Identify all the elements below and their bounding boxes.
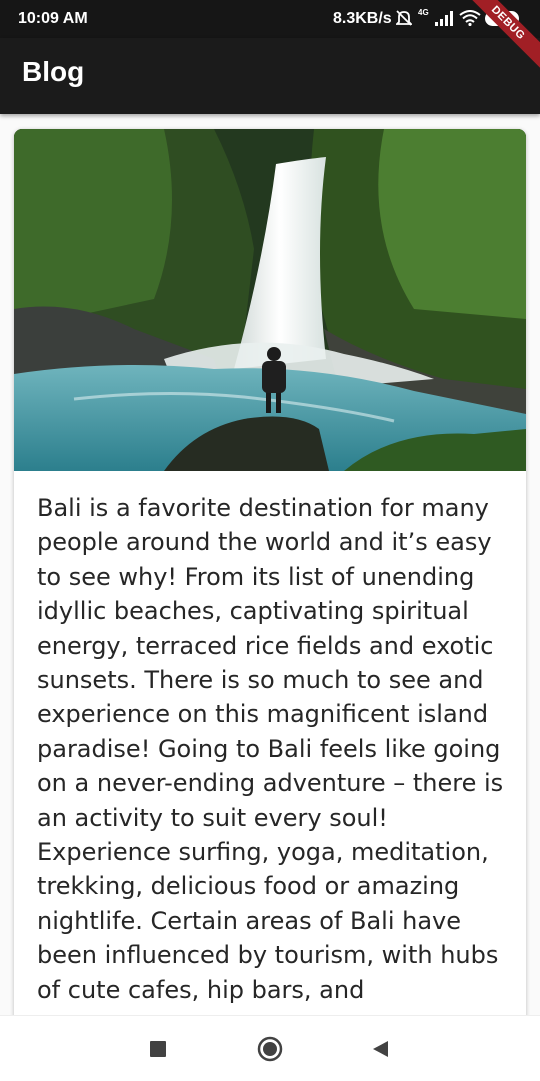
status-time: 10:09 AM: [18, 10, 88, 27]
mute-icon: [396, 10, 412, 26]
back-icon[interactable]: [368, 1036, 394, 1062]
home-icon[interactable]: [257, 1036, 283, 1062]
recents-icon[interactable]: [145, 1036, 171, 1062]
post-body: Bali is a favorite destination for many …: [37, 494, 504, 1004]
blog-post-card[interactable]: Bali is a favorite destination for many …: [14, 129, 526, 1029]
navigation-bar: [0, 1015, 540, 1081]
status-icons: 4G: [396, 7, 481, 27]
signal-icon: [434, 11, 453, 26]
network-type: 4G: [418, 7, 429, 17]
wifi-icon: [459, 10, 481, 26]
status-bar: 10:09 AM 8.3KB/s 4G 44: [0, 0, 540, 38]
waterfall-photo: [14, 129, 526, 471]
page-title: Blog: [22, 56, 85, 87]
app-bar: Blog: [0, 38, 540, 114]
network-speed: 8.3KB/s: [333, 10, 392, 27]
